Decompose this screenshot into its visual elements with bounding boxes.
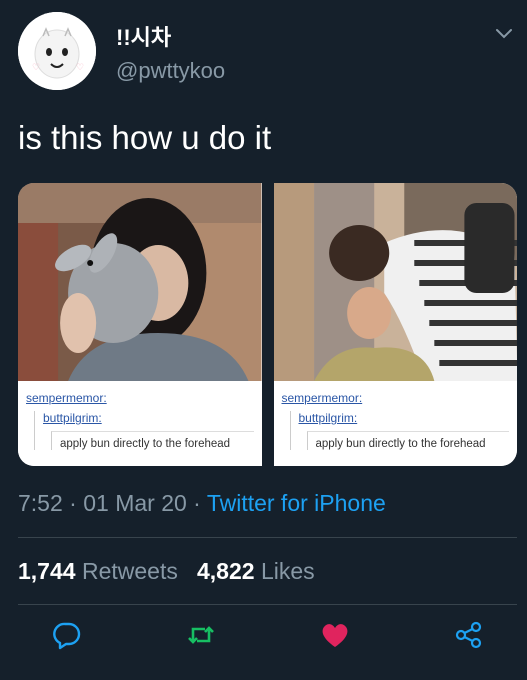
user-handle[interactable]: @pwttykoo	[116, 58, 225, 84]
likes-stat[interactable]: 4,822 Likes	[197, 558, 315, 584]
retweets-label: Retweets	[81, 558, 178, 584]
photo-bunny-girl	[18, 183, 262, 381]
caption-user-2[interactable]: buttpilgrim:	[299, 411, 510, 425]
tweet-meta: 7:52 · 01 Mar 20 · Twitter for iPhone	[18, 490, 386, 517]
tweet-date[interactable]: 01 Mar 20	[83, 490, 187, 516]
likes-label: Likes	[260, 558, 315, 584]
tweet-source[interactable]: Twitter for iPhone	[207, 490, 386, 516]
media-image-1[interactable]: sempermemor: buttpilgrim: apply bun dire…	[18, 183, 262, 466]
likes-count: 4,822	[197, 558, 255, 584]
media-image-2[interactable]: sempermemor: buttpilgrim: apply bun dire…	[273, 183, 517, 466]
like-icon[interactable]	[320, 620, 350, 650]
photo-forehead-kiss	[273, 183, 517, 381]
caption-user-1[interactable]: sempermemor:	[282, 391, 510, 405]
divider	[18, 537, 517, 538]
avatar[interactable]: ♡ ♡	[18, 12, 96, 90]
meta-separator: ·	[186, 490, 207, 516]
divider	[18, 604, 517, 605]
media-caption-2: sempermemor: buttpilgrim: apply bun dire…	[273, 381, 517, 466]
svg-text:♡: ♡	[76, 62, 84, 72]
caption-nested: buttpilgrim: apply bun directly to the f…	[34, 411, 254, 450]
tweet-text: is this how u do it	[18, 119, 272, 156]
caption-user-2[interactable]: buttpilgrim:	[43, 411, 254, 425]
tweet-time[interactable]: 7:52	[18, 490, 63, 516]
caption-nested: buttpilgrim: apply bun directly to the f…	[289, 411, 510, 450]
retweets-count: 1,744	[18, 558, 76, 584]
reply-icon[interactable]	[52, 620, 82, 650]
avatar-image: ♡ ♡	[18, 12, 96, 90]
tweet-stats: 1,744 Retweets 4,822 Likes	[18, 558, 315, 585]
caption-quote: apply bun directly to the forehead	[306, 431, 509, 450]
caption-user-1[interactable]: sempermemor:	[26, 391, 254, 405]
tweet-media[interactable]: sempermemor: buttpilgrim: apply bun dire…	[18, 183, 517, 466]
svg-text:♡: ♡	[32, 62, 40, 72]
caption-quote: apply bun directly to the forehead	[51, 431, 254, 450]
media-caption-1: sempermemor: buttpilgrim: apply bun dire…	[18, 381, 262, 466]
meta-separator: ·	[62, 490, 84, 516]
tweet-actions	[0, 620, 527, 660]
retweet-icon[interactable]	[186, 620, 216, 650]
display-name[interactable]: !!시차	[116, 20, 171, 52]
share-icon[interactable]	[454, 620, 484, 650]
retweets-stat[interactable]: 1,744 Retweets	[18, 558, 178, 584]
chevron-down-icon[interactable]	[493, 26, 515, 42]
